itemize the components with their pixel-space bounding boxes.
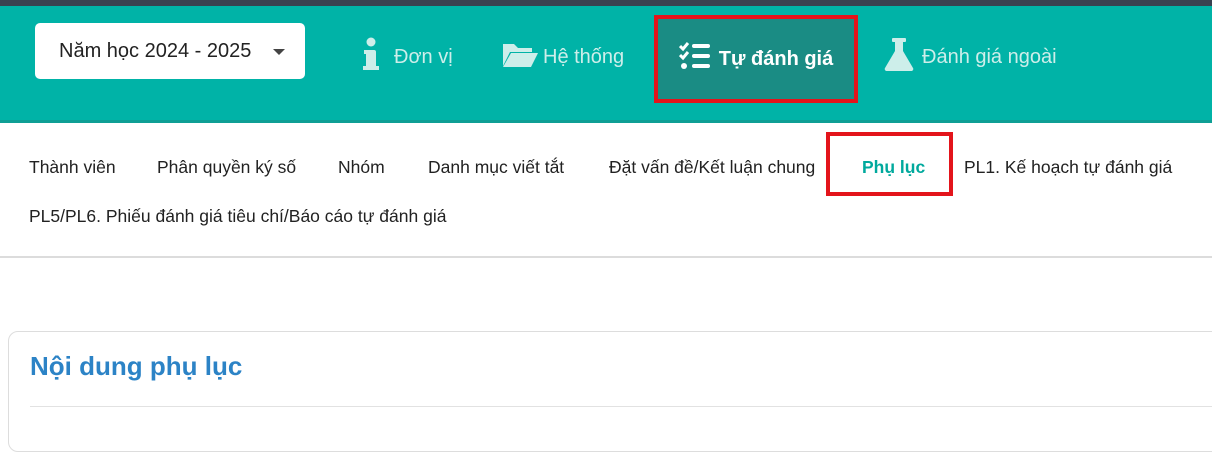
nav-he-thong[interactable]: Hệ thống bbox=[501, 6, 624, 108]
school-year-select[interactable]: Năm học 2024 - 2025 bbox=[35, 23, 305, 79]
nav-label: Đánh giá ngoài bbox=[922, 45, 1057, 68]
tab-phu-luc[interactable]: Phụ lục bbox=[862, 157, 925, 178]
header-bottom-border bbox=[0, 120, 1212, 123]
tab-thanh-vien[interactable]: Thành viên bbox=[29, 157, 116, 178]
info-icon bbox=[362, 36, 380, 78]
nav-don-vi[interactable]: Đơn vị bbox=[362, 6, 453, 108]
tab-phan-quyen-ky-so[interactable]: Phân quyền ký số bbox=[157, 157, 296, 178]
card-divider bbox=[30, 406, 1212, 407]
checklist-icon bbox=[678, 42, 711, 76]
content-card bbox=[8, 331, 1212, 452]
nav-tu-danh-gia[interactable]: Tự đánh giá bbox=[654, 15, 858, 103]
caret-down-icon bbox=[273, 49, 285, 55]
school-year-label: Năm học 2024 - 2025 bbox=[59, 39, 252, 62]
tab-nhom[interactable]: Nhóm bbox=[338, 157, 385, 178]
flask-icon bbox=[884, 37, 914, 77]
nav-label: Tự đánh giá bbox=[718, 47, 834, 70]
folder-open-icon bbox=[501, 40, 539, 74]
tab-dat-van-de[interactable]: Đặt vấn đề/Kết luận chung bbox=[609, 157, 815, 178]
subnav-divider bbox=[0, 256, 1212, 258]
tab-danh-muc-viet-tat[interactable]: Danh mục viết tắt bbox=[428, 157, 564, 178]
nav-label: Hệ thống bbox=[543, 45, 625, 68]
nav-label: Đơn vị bbox=[394, 45, 453, 68]
nav-danh-gia-ngoai[interactable]: Đánh giá ngoài bbox=[884, 6, 1057, 108]
page-title: Nội dung phụ lục bbox=[30, 351, 243, 381]
tab-pl1[interactable]: PL1. Kế hoạch tự đánh giá bbox=[964, 157, 1172, 178]
tab-pl5-pl6[interactable]: PL5/PL6. Phiếu đánh giá tiêu chí/Báo cáo… bbox=[29, 206, 446, 227]
